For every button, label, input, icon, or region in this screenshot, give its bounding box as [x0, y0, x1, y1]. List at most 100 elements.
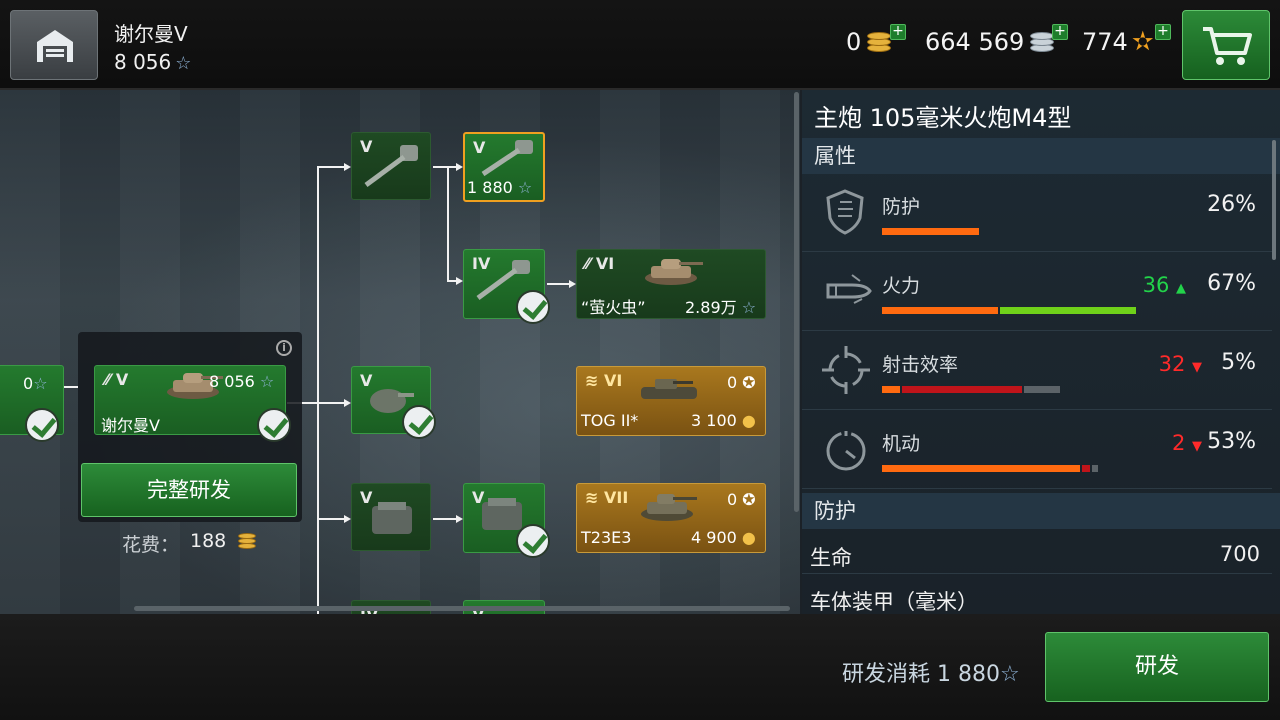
prop-value: 700 — [1219, 542, 1260, 566]
cart-icon — [1203, 27, 1252, 65]
researched-check-icon — [516, 524, 550, 558]
garage-button[interactable] — [10, 10, 98, 80]
add-silver-icon[interactable]: + — [1052, 24, 1068, 40]
t23e3-xp: 0 ✪ — [727, 490, 756, 509]
arrow-down-icon: ▼ — [1192, 360, 1202, 375]
researched-check-icon — [402, 405, 436, 439]
xp-star-icon: ☆ — [33, 374, 48, 393]
tog-xp: 0 ✪ — [727, 373, 756, 392]
protection-header: 防护 — [802, 493, 1280, 529]
xp-star-icon: ☆ — [999, 662, 1020, 687]
tog-name: TOG II* — [581, 411, 639, 430]
tog-tank-icon — [641, 379, 697, 399]
module-title: 主炮 105毫米火炮M4型 — [814, 104, 1072, 132]
gun-icon — [481, 140, 533, 177]
engine-module-card-researched[interactable]: V — [463, 483, 550, 558]
add-free-xp-icon[interactable]: + — [1155, 24, 1171, 40]
firefly-tank-icon — [645, 259, 703, 285]
t23e3-tank-icon — [641, 494, 697, 521]
firefly-vehicle-card[interactable]: ⁄⁄ VI “萤火虫” 2.89万 ☆ — [576, 249, 766, 319]
stat-bar — [882, 228, 979, 235]
full-research-button[interactable]: 完整研发 — [81, 463, 297, 517]
gun-module-card[interactable]: V — [351, 132, 431, 200]
garage-icon — [37, 30, 73, 62]
tier-badge: ≋ VII — [585, 488, 629, 507]
stat-bar — [882, 465, 1080, 472]
firefly-xp-cost: 2.89万 ☆ — [685, 298, 757, 317]
wreath-star-icon: ✪ — [742, 490, 756, 509]
add-gold-icon[interactable]: + — [890, 24, 906, 40]
shell-icon — [826, 274, 872, 304]
tree-vertical-scrollbar[interactable] — [794, 92, 799, 512]
xp-star-icon: ☆ — [175, 53, 192, 74]
engine-module-card[interactable]: V — [351, 483, 431, 551]
module-details-panel: 主炮 105毫米火炮M4型 属性 防护 26% 火力 36 ▲ 67% 射击效率… — [802, 90, 1280, 614]
cost-label: 花费： — [122, 534, 180, 556]
attributes-header: 属性 — [802, 138, 1280, 174]
tog-vehicle-card[interactable]: ≋ VI 0 ✪ TOG II* 3 100 ● — [576, 366, 766, 436]
stat-bar-gain — [1000, 307, 1136, 314]
shield-icon — [826, 189, 864, 235]
tog-price: 3 100 ● — [691, 411, 756, 430]
current-vehicle-xp: 8 056 ☆ — [209, 372, 275, 391]
gold-balance[interactable]: 0 — [846, 28, 893, 56]
free-xp-star-icon: ✫ — [1131, 27, 1154, 57]
vehicle-xp: 8 056 ☆ — [114, 50, 191, 74]
prop-label: 车体装甲（毫米） — [810, 590, 978, 614]
turret-module-card[interactable]: V — [351, 366, 436, 439]
arrow-down-icon: ▼ — [1192, 439, 1202, 454]
xp-star-icon: ☆ — [736, 298, 757, 317]
stat-value: 67% — [1207, 271, 1256, 296]
t23e3-name: T23E3 — [581, 528, 632, 547]
prop-row-hull-armor: 车体装甲（毫米） — [802, 578, 1272, 614]
speedometer-icon — [826, 431, 866, 471]
xp-star-icon: ☆ — [254, 372, 275, 391]
info-icon[interactable]: i — [276, 340, 292, 356]
engine-icon — [372, 502, 412, 534]
stat-row-protection: 防护 26% — [802, 174, 1272, 252]
firefly-name: “萤火虫” — [581, 298, 646, 317]
arrow-up-icon: ▲ — [1176, 281, 1186, 296]
shop-button[interactable] — [1182, 10, 1270, 80]
gold-value: 0 — [846, 28, 862, 56]
stat-label: 机动 — [882, 433, 921, 455]
tech-tree[interactable]: 0☆ i ⁄⁄ V 8 056 ☆ 谢尔曼V 完整研发 花费： 188 V V — [0, 90, 800, 614]
horizontal-scrollbar[interactable] — [134, 606, 790, 611]
stat-bar-remainder — [1092, 465, 1098, 472]
t23e3-price: 4 900 ● — [691, 528, 756, 547]
stat-bar-loss — [902, 386, 1022, 393]
current-vehicle-card[interactable]: ⁄⁄ V 8 056 ☆ 谢尔曼V — [94, 365, 291, 442]
researched-check-icon — [257, 408, 291, 442]
previous-vehicle-card[interactable]: 0☆ — [0, 365, 64, 442]
stat-label: 火力 — [882, 275, 921, 297]
stat-delta: 36 ▲ — [1142, 273, 1186, 297]
stat-delta: 32 ▼ — [1158, 352, 1202, 376]
stat-bar-remainder — [1024, 386, 1060, 393]
stat-value: 5% — [1221, 350, 1256, 375]
gun-iv-module-card[interactable]: IV — [463, 249, 550, 324]
stat-value: 53% — [1207, 429, 1256, 454]
cost-value: 188 — [190, 530, 258, 552]
gun-module-card-selected[interactable]: V 1 880 ☆ — [463, 132, 545, 202]
prop-row-hp: 生命 700 — [802, 534, 1272, 574]
current-vehicle-name: 谢尔曼V — [101, 416, 160, 435]
stat-bar — [882, 307, 998, 314]
silver-balance[interactable]: 664 569 — [925, 28, 1056, 56]
details-vertical-scrollbar[interactable] — [1272, 140, 1276, 260]
research-button[interactable]: 研发 — [1045, 632, 1269, 702]
stat-value: 26% — [1207, 192, 1256, 217]
wreath-star-icon: ✪ — [742, 373, 756, 392]
gold-coin-icon — [238, 532, 258, 551]
stat-row-firepower: 火力 36 ▲ 67% — [802, 253, 1272, 331]
stat-row-accuracy: 射击效率 32 ▼ 5% — [802, 332, 1272, 410]
previous-vehicle-xp: 0☆ — [23, 374, 48, 393]
stat-label: 射击效率 — [882, 354, 959, 376]
researched-check-icon — [516, 290, 550, 324]
stat-bar — [882, 386, 900, 393]
free-xp-balance[interactable]: 774 ✫ — [1082, 28, 1154, 56]
prop-label: 生命 — [810, 546, 852, 570]
t23e3-vehicle-card[interactable]: ≋ VII 0 ✪ T23E3 4 900 ● — [576, 483, 766, 553]
stat-label: 防护 — [882, 196, 921, 218]
gun-research-cost: 1 880 ☆ — [467, 178, 533, 197]
xp-star-icon: ☆ — [512, 178, 533, 197]
